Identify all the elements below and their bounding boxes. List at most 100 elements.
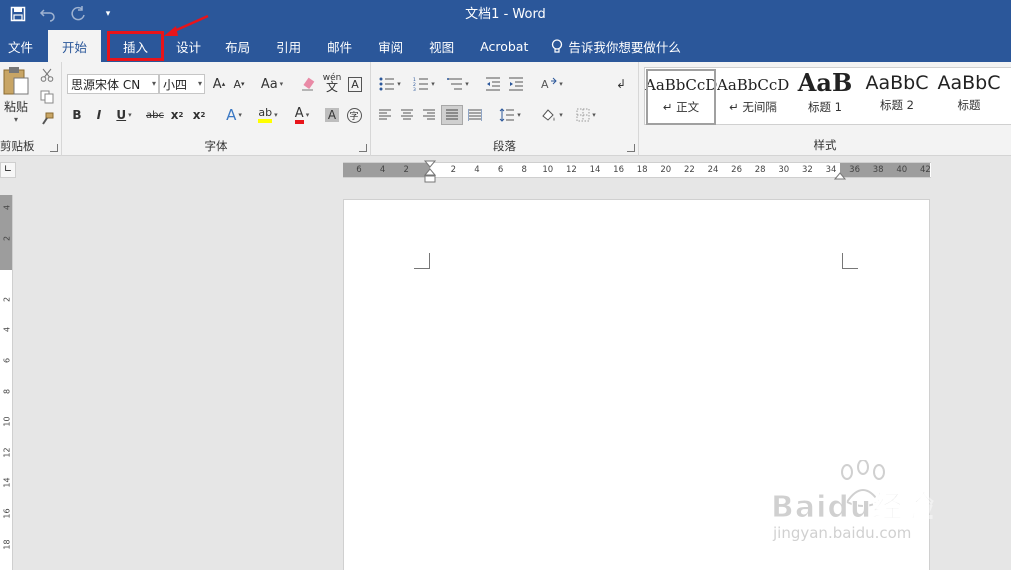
- paragraph-group-label: 段落: [493, 139, 516, 153]
- right-indent-marker[interactable]: [834, 170, 846, 180]
- line-spacing-icon[interactable]: ▾: [495, 105, 525, 125]
- paste-label: 粘贴: [3, 100, 28, 114]
- ruler-tick-label: 14: [589, 165, 601, 175]
- paragraph-launcher[interactable]: [627, 144, 635, 152]
- ruler-tick-label: 32: [801, 165, 813, 175]
- ruler-tick-label: 38: [872, 165, 884, 175]
- ruler-tick-label: 4: [474, 165, 480, 175]
- watermark-url: jingyan.baidu.com: [773, 524, 912, 542]
- ruler-tick-label: 2: [450, 165, 457, 175]
- style-heading-2[interactable]: AaBbC 标题 2: [861, 68, 933, 126]
- font-launcher[interactable]: [359, 144, 367, 152]
- tab-references[interactable]: 引用: [263, 30, 314, 62]
- subscript-icon[interactable]: x2: [168, 105, 186, 125]
- style-title-name: 标题: [957, 98, 981, 112]
- ruler-tick-label: 18: [636, 165, 648, 175]
- ruler-tick-label: 42: [919, 165, 931, 175]
- vertical-ruler-tick-label: 14: [2, 477, 12, 488]
- ruler-tick-label: 28: [754, 165, 766, 175]
- font-color-icon[interactable]: A ▾: [288, 105, 316, 125]
- increase-indent-icon[interactable]: [506, 74, 526, 94]
- ruler-tick-label: 6: [356, 165, 362, 175]
- tab-acrobat[interactable]: Acrobat: [467, 30, 541, 62]
- bold-icon[interactable]: B: [68, 105, 86, 125]
- borders-icon[interactable]: ▾: [571, 105, 601, 125]
- style-no-spacing[interactable]: AaBbCcDd ↵ 无间隔: [717, 68, 789, 126]
- vertical-ruler: 4 2 2 4 6 8 10 12 14 16 18: [0, 195, 13, 570]
- vertical-ruler-tick-label: 10: [2, 416, 12, 427]
- ruler-tick-label: 12: [565, 165, 577, 175]
- show-formatting-marks-icon[interactable]: ↲: [611, 74, 631, 94]
- vertical-ruler-tick-label: 2: [2, 235, 12, 241]
- chinese-layout-icon[interactable]: A ▾: [537, 74, 567, 94]
- clear-formatting-icon[interactable]: [300, 74, 318, 94]
- lightbulb-icon: [552, 38, 563, 53]
- style-heading-1-sample: AaB: [797, 68, 853, 97]
- clipboard-icon: [3, 67, 29, 95]
- title-bar: ▾ 文档1 - Word: [0, 0, 1011, 30]
- phonetic-guide-icon[interactable]: wén 文: [323, 72, 342, 94]
- copy-icon[interactable]: [38, 88, 56, 106]
- strikethrough-icon[interactable]: abc: [144, 105, 166, 125]
- vertical-ruler-tick-label: 18: [2, 539, 12, 550]
- character-border-icon[interactable]: A: [346, 74, 364, 94]
- font-name-select[interactable]: 思源宋体 CN ▾: [67, 74, 159, 94]
- numbering-icon[interactable]: 1 2 3 ▾: [409, 74, 439, 94]
- vertical-ruler-tick-label: 4: [2, 327, 12, 333]
- watermark-brand: Baidu经验: [770, 490, 935, 526]
- format-painter-icon[interactable]: [38, 110, 56, 128]
- tab-home[interactable]: 开始: [48, 30, 102, 62]
- vertical-ruler-tick-label: 8: [2, 388, 12, 394]
- svg-text:A: A: [541, 78, 549, 91]
- shrink-font-icon[interactable]: A ▾: [230, 74, 248, 94]
- enclose-characters-icon[interactable]: 字: [345, 105, 363, 125]
- text-effects-icon[interactable]: A ▾: [220, 105, 248, 125]
- ribbon-tabs: 文件 开始 插入 设计 布局 引用 邮件 审阅 视图 Acrobat 告诉我你想…: [0, 30, 1011, 62]
- tab-file[interactable]: 文件: [0, 30, 41, 62]
- change-case-icon[interactable]: Aa ▾: [258, 74, 286, 94]
- tell-me-box[interactable]: 告诉我你想要做什么: [541, 30, 691, 62]
- italic-icon[interactable]: I: [90, 105, 108, 125]
- vertical-ruler-tick-label: 2: [2, 296, 12, 302]
- tab-insert[interactable]: 插入: [106, 30, 165, 62]
- shading-icon[interactable]: ▾: [537, 105, 567, 125]
- tab-view[interactable]: 视图: [416, 30, 467, 62]
- vertical-ruler-tick-label: 4: [2, 204, 12, 211]
- multilevel-list-icon[interactable]: ▾: [443, 74, 473, 94]
- margin-corner-left: [414, 253, 430, 269]
- font-size-select[interactable]: 小四 ▾: [159, 74, 205, 94]
- align-right-icon[interactable]: [419, 105, 439, 125]
- superscript-icon[interactable]: x2: [190, 105, 208, 125]
- tab-layout[interactable]: 布局: [212, 30, 263, 62]
- styles-gallery: AaBbCcDd ↵ 正文 AaBbCcDd ↵ 无间隔 AaB 标题 1 Aa…: [644, 67, 1011, 125]
- paste-button[interactable]: 粘贴 ▾: [0, 66, 32, 124]
- paragraph-group: ▾ 1 2 3 ▾ ▾ A ▾ ↲ ▾ ▾ ▾ 段落: [371, 62, 639, 156]
- style-no-spacing-sample: AaBbCcDd: [717, 76, 789, 94]
- style-title[interactable]: AaBbC 标题: [933, 68, 1005, 126]
- bullets-icon[interactable]: ▾: [375, 74, 405, 94]
- indent-marker[interactable]: [424, 160, 436, 186]
- justify-icon[interactable]: [441, 105, 463, 125]
- decrease-indent-icon[interactable]: [483, 74, 503, 94]
- style-no-spacing-name: ↵ 无间隔: [729, 100, 777, 114]
- font-group: 思源宋体 CN ▾ 小四 ▾ A ▴ A ▾ Aa ▾ wén 文 A B I U ▾ abc…: [62, 62, 371, 156]
- style-heading-1[interactable]: AaB 标题 1: [789, 68, 861, 126]
- highlight-color-icon[interactable]: ab ▾: [254, 105, 282, 125]
- tab-review[interactable]: 审阅: [365, 30, 416, 62]
- cut-icon[interactable]: [38, 66, 56, 84]
- tab-mailings[interactable]: 邮件: [314, 30, 365, 62]
- character-shading-icon[interactable]: A: [323, 105, 341, 125]
- font-name-value: 思源宋体 CN: [71, 77, 141, 92]
- align-center-icon[interactable]: [397, 105, 417, 125]
- distributed-icon[interactable]: [465, 105, 485, 125]
- ruler-tick-label: 4: [379, 165, 386, 175]
- align-left-icon[interactable]: [375, 105, 395, 125]
- grow-font-icon[interactable]: A ▴: [210, 74, 228, 94]
- tab-selector[interactable]: ∟: [0, 162, 16, 178]
- window-title: 文档1 - Word: [465, 7, 546, 22]
- clipboard-launcher[interactable]: [50, 144, 58, 152]
- style-normal[interactable]: AaBbCcDd ↵ 正文: [645, 68, 717, 126]
- style-normal-sample: AaBbCcDd: [645, 76, 717, 94]
- underline-icon[interactable]: U ▾: [112, 105, 136, 125]
- style-title-sample: AaBbC: [937, 72, 1001, 94]
